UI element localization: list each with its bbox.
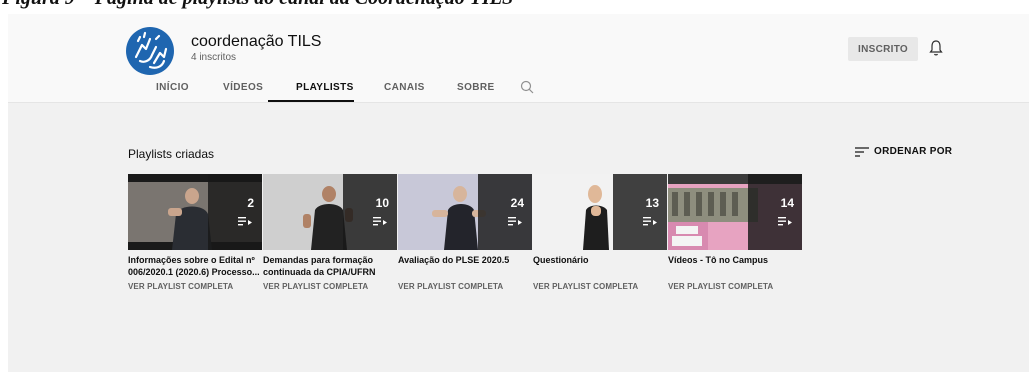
channel-header: coordenação TILS 4 inscritos INSCRITO IN… (8, 14, 1029, 103)
view-full-playlist-link[interactable]: VER PLAYLIST COMPLETA (263, 282, 397, 291)
sort-icon (855, 147, 869, 157)
tab-inicio[interactable]: INÍCIO (156, 82, 189, 93)
view-full-playlist-link[interactable]: VER PLAYLIST COMPLETA (533, 282, 667, 291)
tab-canais[interactable]: CANAIS (384, 82, 425, 93)
channel-avatar[interactable] (126, 27, 174, 75)
playlist-card[interactable]: 2 Informações sobre o Edital nº 006/2020… (128, 174, 262, 291)
playlist-title[interactable]: Avaliação do PLSE 2020.5 (398, 254, 532, 278)
channel-name[interactable]: coordenação TILS (191, 33, 321, 51)
view-full-playlist-link[interactable]: VER PLAYLIST COMPLETA (128, 282, 262, 291)
search-icon[interactable] (520, 80, 534, 94)
playlist-overlay: 14 (748, 174, 802, 250)
playlist-card[interactable]: 13 Questionário VER PLAYLIST COMPLETA (533, 174, 667, 291)
playlist-thumbnail[interactable]: 14 (668, 174, 802, 250)
youtube-channel-page: coordenação TILS 4 inscritos INSCRITO IN… (8, 14, 1029, 372)
sort-label: ORDENAR POR (874, 146, 953, 157)
view-full-playlist-link[interactable]: VER PLAYLIST COMPLETA (398, 282, 532, 291)
active-tab-indicator (268, 100, 354, 102)
playlist-card[interactable]: 24 Avaliação do PLSE 2020.5 VER PLAYLIST… (398, 174, 532, 291)
playlist-icon (238, 217, 252, 226)
sign-language-hands-icon (134, 31, 168, 69)
playlist-title[interactable]: Informações sobre o Edital nº 006/2020.1… (128, 254, 262, 278)
video-count: 10 (375, 196, 389, 210)
playlist-title[interactable]: Questionário (533, 254, 667, 278)
tab-sobre[interactable]: SOBRE (457, 82, 495, 93)
playlist-overlay: 13 (613, 174, 667, 250)
document-caption: Figura 9 – Página de playlists do canal … (2, 0, 513, 10)
subscribed-button[interactable]: INSCRITO (848, 37, 918, 61)
section-title: Playlists criadas (128, 147, 215, 161)
playlist-overlay: 10 (343, 174, 397, 250)
playlist-icon (643, 217, 657, 226)
playlist-icon (778, 217, 792, 226)
playlist-overlay: 2 (208, 174, 262, 250)
video-count: 2 (247, 196, 254, 210)
video-count: 24 (510, 196, 524, 210)
tab-playlists[interactable]: PLAYLISTS (296, 82, 354, 93)
playlist-icon (373, 217, 387, 226)
bell-icon[interactable] (928, 39, 944, 57)
playlist-icon (508, 217, 522, 226)
subscriber-count: 4 inscritos (191, 52, 237, 63)
view-full-playlist-link[interactable]: VER PLAYLIST COMPLETA (668, 282, 802, 291)
video-count: 14 (780, 196, 794, 210)
playlist-thumbnail[interactable]: 24 (398, 174, 532, 250)
playlist-thumbnail[interactable]: 10 (263, 174, 397, 250)
playlist-card[interactable]: 10 Demandas para formação continuada da … (263, 174, 397, 291)
playlist-title[interactable]: Demandas para formação continuada da CPI… (263, 254, 397, 278)
playlist-card[interactable]: 14 Vídeos - Tô no Campus VER PLAYLIST CO… (668, 174, 802, 291)
video-count: 13 (645, 196, 659, 210)
playlist-title[interactable]: Vídeos - Tô no Campus (668, 254, 802, 278)
tab-videos[interactable]: VÍDEOS (223, 82, 263, 93)
playlist-overlay: 24 (478, 174, 532, 250)
playlist-thumbnail[interactable]: 2 (128, 174, 262, 250)
playlist-thumbnail[interactable]: 13 (533, 174, 667, 250)
